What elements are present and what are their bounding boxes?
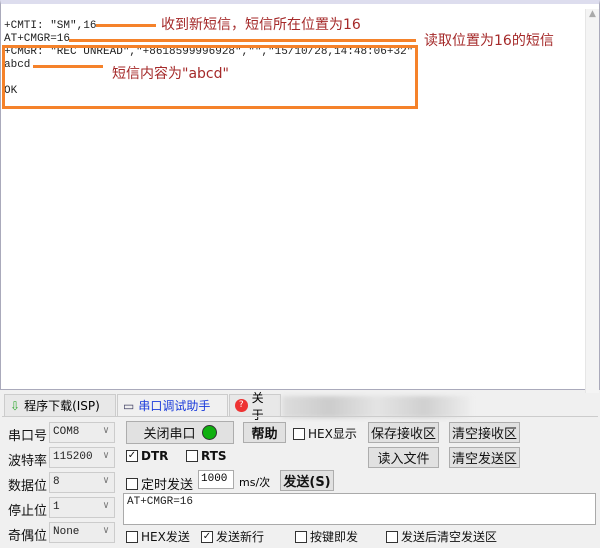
key-send-checkbox[interactable]: 按键即发 (295, 528, 358, 545)
download-arrow-icon: ⇩ (10, 398, 21, 413)
clear-send-button[interactable]: 清空发送区 (449, 447, 520, 468)
checkbox-icon: ✓ (126, 450, 138, 462)
timed-send-checkbox[interactable]: 定时发送 (126, 474, 193, 493)
baud-label: 波特率 (8, 454, 48, 469)
recv-line: AT+CMGR=16 (4, 33, 71, 45)
checkbox-icon (386, 530, 398, 543)
select-value: 115200 (53, 451, 93, 463)
read-file-button[interactable]: 读入文件 (368, 447, 439, 468)
select-value: None (53, 526, 80, 538)
checkbox-label: 定时发送 (141, 478, 194, 493)
tab-label: 关于 (251, 390, 264, 422)
baud-select[interactable]: 115200 ∨ (49, 447, 115, 468)
stopbits-label: 停止位 (8, 504, 48, 519)
close-port-button[interactable]: 关闭串口 (126, 421, 234, 444)
help-button[interactable]: 帮助 (243, 422, 286, 443)
highlight-line (96, 24, 156, 27)
help-icon: ? (235, 399, 248, 412)
blurred-tab (282, 396, 472, 418)
chevron-down-icon: ∨ (102, 476, 109, 487)
tab-isp-download[interactable]: ⇩ 程序下载(ISP) (4, 394, 116, 416)
chevron-down-icon: ∨ (102, 501, 109, 512)
checkbox-label: DTR (141, 449, 169, 463)
hex-send-checkbox[interactable]: HEX发送 (126, 528, 190, 545)
parity-label: 奇偶位 (8, 529, 48, 544)
tab-serial-assistant[interactable]: ▭ 串口调试助手 (117, 394, 228, 416)
checkbox-label: HEX显示 (308, 427, 357, 441)
checkbox-label: 按键即发 (310, 530, 359, 544)
checkbox-label: RTS (201, 449, 227, 463)
tab-label: 程序下载(ISP) (24, 399, 100, 413)
tab-about[interactable]: ? 关于 (229, 391, 281, 422)
annotation: 收到新短信，短信所在位置为16 (161, 17, 361, 33)
tab-label: 串口调试助手 (138, 399, 211, 413)
chevron-down-icon: ∨ (102, 451, 109, 462)
send-input[interactable]: AT+CMGR=16 (123, 493, 596, 525)
interval-unit: ms/次 (239, 476, 271, 489)
dtr-checkbox[interactable]: ✓ DTR (126, 449, 168, 463)
annotation: 短信内容为"abcd" (112, 66, 229, 82)
stopbits-select[interactable]: 1 ∨ (49, 497, 115, 518)
checkbox-icon (186, 450, 198, 462)
send-button[interactable]: 发送(S) (280, 470, 334, 491)
checkbox-icon (126, 530, 138, 543)
recv-line: +CMTI: "SM",16 (4, 20, 97, 32)
rts-checkbox[interactable]: RTS (186, 449, 227, 463)
checkbox-icon (295, 530, 307, 543)
send-newline-checkbox[interactable]: ✓ 发送新行 (201, 528, 264, 545)
port-label: 串口号 (8, 429, 48, 444)
databits-label: 数据位 (8, 479, 48, 494)
checkbox-label: HEX发送 (141, 530, 190, 544)
select-value: COM8 (53, 426, 80, 438)
checkbox-label: 发送新行 (216, 530, 265, 544)
recv-scrollbar[interactable]: ▲ (585, 9, 599, 393)
highlight-line (69, 39, 416, 42)
databits-select[interactable]: 8 ∨ (49, 472, 115, 493)
chevron-down-icon: ∨ (102, 526, 109, 537)
checkbox-label: 发送后清空发送区 (401, 530, 498, 544)
interval-input[interactable]: 1000 (198, 470, 234, 489)
checkbox-icon (126, 477, 138, 490)
checkbox-icon: ✓ (201, 530, 213, 543)
port-select[interactable]: COM8 ∨ (49, 422, 115, 443)
parity-select[interactable]: None ∨ (49, 522, 115, 543)
chevron-down-icon: ∨ (102, 426, 109, 437)
select-value: 1 (53, 501, 60, 513)
clear-receive-button[interactable]: 清空接收区 (449, 422, 520, 443)
annotation: 读取位置为16的短信 (424, 33, 554, 49)
button-label: 关闭串口 (143, 427, 196, 442)
clear-after-send-checkbox[interactable]: 发送后清空发送区 (386, 528, 497, 545)
serial-port-icon: ▭ (123, 398, 135, 413)
select-value: 8 (53, 476, 60, 488)
port-status-led-icon (201, 425, 217, 440)
checkbox-icon (293, 427, 305, 440)
divider (2, 416, 598, 417)
save-receive-button[interactable]: 保存接收区 (368, 422, 439, 443)
hex-display-checkbox[interactable]: HEX显示 (293, 425, 357, 442)
